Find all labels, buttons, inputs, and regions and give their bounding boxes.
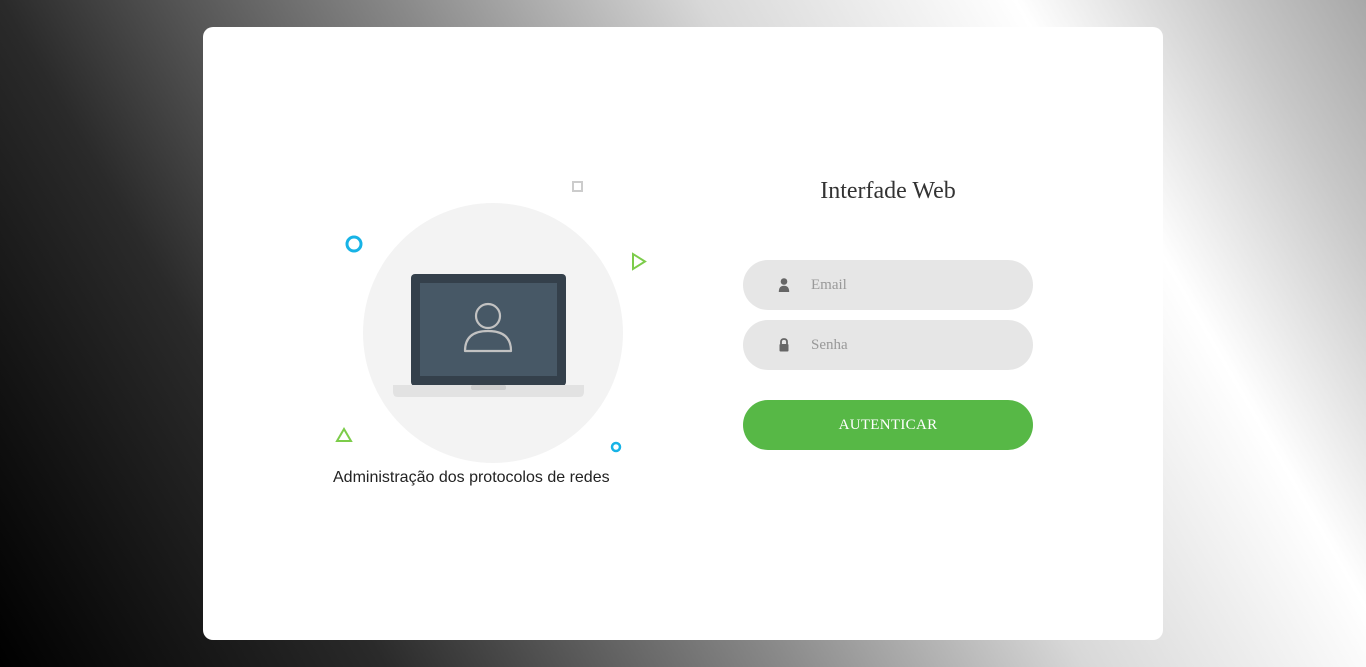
- laptop-notch: [471, 385, 506, 390]
- lock-icon: [779, 338, 789, 352]
- user-icon: [778, 278, 790, 292]
- login-title: Interfade Web: [820, 178, 956, 204]
- password-input[interactable]: [811, 320, 1011, 370]
- circle-icon: [345, 235, 363, 253]
- laptop-user-icon: [335, 181, 647, 453]
- illustration: [333, 178, 653, 468]
- laptop-screen: [420, 283, 557, 376]
- small-circle-icon: [610, 441, 622, 453]
- illustration-caption: Administração dos protocolos de redes: [333, 469, 610, 486]
- square-icon: [572, 181, 583, 192]
- triangle-up-icon: [335, 427, 353, 442]
- email-field[interactable]: [743, 260, 1033, 310]
- triangle-right-icon: [632, 252, 647, 271]
- email-input[interactable]: [811, 260, 1011, 310]
- login-button[interactable]: AUTENTICAR: [743, 400, 1033, 450]
- password-field[interactable]: [743, 320, 1033, 370]
